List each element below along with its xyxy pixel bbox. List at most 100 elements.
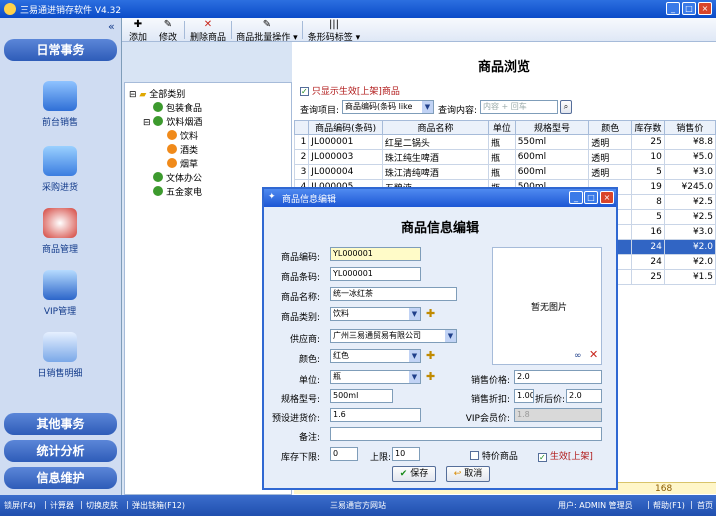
tree-node[interactable]: 饮料 bbox=[167, 129, 198, 142]
table-cell: ¥5.0 bbox=[663, 149, 716, 165]
maximize-button[interactable]: □ bbox=[682, 2, 696, 15]
only-active-checkbox[interactable]: ✓ 只显示生效[上架]商品 bbox=[300, 84, 400, 97]
dialog-close-button[interactable]: × bbox=[600, 191, 614, 204]
delete-image-icon[interactable]: ✕ bbox=[589, 348, 598, 361]
supplier-select[interactable]: 广州三易通贸易有限公司 ▼ bbox=[330, 329, 457, 343]
table-cell: 珠江纯生啤酒 bbox=[381, 149, 490, 165]
tree-root[interactable]: ⊟ ▰ 全部类别 bbox=[129, 87, 185, 100]
add-button[interactable]: ✚ 添加 bbox=[126, 19, 150, 43]
after-discount-field[interactable]: 2.0 bbox=[566, 389, 602, 403]
col-spec[interactable]: 规格型号 bbox=[514, 120, 590, 135]
discount-field[interactable]: 1.00 bbox=[514, 389, 534, 403]
spec-field[interactable]: 500ml bbox=[330, 389, 393, 403]
table-row[interactable]: 2 JL000003 珠江纯生啤酒瓶 600ml 透明 10 ¥5.0 bbox=[293, 149, 716, 165]
barcode-button[interactable]: ||| 条形码标签 ▾ bbox=[306, 19, 362, 43]
col-stock[interactable]: 库存数 bbox=[631, 120, 665, 135]
tree-node[interactable]: 五金家电 bbox=[153, 185, 202, 198]
add-unit-icon[interactable]: ✚ bbox=[426, 371, 436, 382]
node-icon bbox=[153, 186, 163, 196]
color-label: 颜色: bbox=[298, 355, 320, 365]
query-input[interactable]: 内容 + 回车 bbox=[480, 100, 558, 114]
table-cell: ¥1.5 bbox=[663, 269, 716, 285]
table-cell: JL000003 bbox=[308, 149, 383, 165]
nav-product-mgmt[interactable]: 商品管理 bbox=[20, 208, 100, 255]
table-row[interactable]: 1 JL000001 红星二锅头瓶 550ml 透明 25 ¥8.8 bbox=[293, 134, 716, 150]
note-field[interactable] bbox=[330, 427, 602, 441]
barcode-field[interactable]: YL000001 bbox=[330, 267, 421, 281]
node-icon bbox=[153, 172, 163, 182]
table-cell: ¥3.0 bbox=[663, 224, 716, 240]
col-unit[interactable]: 单位 bbox=[488, 120, 516, 135]
section-other[interactable]: 其他事务 bbox=[4, 413, 117, 435]
dialog-minimize-button[interactable]: _ bbox=[569, 191, 583, 204]
table-cell: 10 bbox=[631, 149, 665, 165]
col-name[interactable]: 商品名称 bbox=[381, 120, 490, 135]
tree-node[interactable]: 酒类 bbox=[167, 143, 198, 156]
minimize-button[interactable]: _ bbox=[666, 2, 680, 15]
col-color[interactable]: 颜色 bbox=[588, 120, 633, 135]
table-cell: 25 bbox=[631, 134, 665, 150]
sale-price-field[interactable]: 2.0 bbox=[514, 370, 602, 384]
binoculars-icon[interactable]: ∞ bbox=[574, 351, 582, 361]
calculator-button[interactable]: 计算器 bbox=[50, 500, 74, 511]
active-checkbox[interactable]: ✓ 生效[上架] bbox=[538, 449, 593, 462]
tree-node[interactable]: 文体办公 bbox=[153, 171, 202, 184]
add-color-icon[interactable]: ✚ bbox=[426, 350, 436, 361]
save-button[interactable]: ✔ 保存 bbox=[392, 466, 436, 482]
nav-front-sales[interactable]: 前台销售 bbox=[20, 81, 100, 128]
name-field[interactable]: 统一冰红茶 bbox=[330, 287, 457, 301]
dialog-title-bar: ✦ 商品信息编辑 _ □ × bbox=[264, 189, 616, 207]
unit-select[interactable]: 瓶 ▼ bbox=[330, 370, 421, 384]
nav-daily-detail[interactable]: 日销售明细 bbox=[20, 332, 100, 379]
batch-button[interactable]: ✎ 商品批量操作 ▾ bbox=[235, 19, 299, 43]
section-stats[interactable]: 统计分析 bbox=[4, 440, 117, 462]
table-cell: 600ml bbox=[514, 149, 590, 165]
search-button[interactable]: ⌕ bbox=[560, 100, 572, 114]
category-select[interactable]: 饮料 ▼ bbox=[330, 307, 421, 321]
table-cell: 瓶 bbox=[488, 149, 516, 165]
tree-node[interactable]: 烟草 bbox=[167, 157, 198, 170]
magnifier-icon bbox=[43, 208, 77, 238]
table-cell: ¥245.0 bbox=[663, 179, 716, 195]
vip-price-field[interactable]: 1.8 bbox=[514, 408, 602, 422]
code-field[interactable]: YL000001 bbox=[330, 247, 421, 261]
close-button[interactable]: × bbox=[698, 2, 712, 15]
edit-button[interactable]: ✎ 修改 bbox=[156, 19, 180, 43]
drawer-button[interactable]: 弹出钱箱(F12) bbox=[132, 500, 185, 511]
query-label: 查询项目: bbox=[300, 106, 340, 116]
table-cell: 瓶 bbox=[488, 134, 516, 150]
tree-node[interactable]: 包装食品 bbox=[153, 101, 202, 114]
image-preview-box[interactable]: 暂无图片 ∞ ✕ bbox=[492, 247, 602, 365]
dialog-maximize-button[interactable]: □ bbox=[584, 191, 598, 204]
section-info[interactable]: 信息维护 bbox=[4, 467, 117, 489]
skin-button[interactable]: 切换皮肤 bbox=[86, 500, 118, 511]
status-divider: | bbox=[126, 500, 129, 509]
table-row[interactable]: 3 JL000004 珠江清纯啤酒瓶 600ml 透明 5 ¥3.0 bbox=[293, 164, 716, 180]
lock-button[interactable]: 锁屏(F4) bbox=[4, 500, 36, 511]
help-button[interactable]: 帮助(F1) bbox=[653, 500, 685, 511]
special-checkbox[interactable]: 特价商品 bbox=[470, 449, 518, 462]
supplier-label: 供应商: bbox=[289, 335, 320, 345]
col-code[interactable]: 商品编码(条码) bbox=[308, 120, 383, 135]
tree-node[interactable]: ⊟ 饮料烟酒 bbox=[143, 115, 202, 128]
chevron-down-icon: ▼ bbox=[409, 350, 420, 362]
color-select[interactable]: 红色 ▼ bbox=[330, 349, 421, 363]
table-cell: 透明 bbox=[588, 164, 633, 180]
section-daily[interactable]: 日常事务 bbox=[4, 39, 117, 61]
collapse-sidebar-button[interactable]: « bbox=[108, 20, 115, 33]
cost-field[interactable]: 1.6 bbox=[330, 408, 421, 422]
cancel-button[interactable]: ↩ 取消 bbox=[446, 466, 490, 482]
home-button[interactable]: 首页 bbox=[697, 500, 713, 511]
col-price[interactable]: 销售价 bbox=[663, 120, 716, 135]
nav-vip[interactable]: VIP管理 bbox=[20, 270, 100, 317]
stock-max-field[interactable]: 10 bbox=[392, 447, 420, 461]
chevron-down-icon: ▼ bbox=[422, 101, 433, 113]
table-cell: 2 bbox=[293, 149, 310, 165]
add-category-icon[interactable]: ✚ bbox=[426, 308, 436, 319]
delete-button[interactable]: ✕ 删除商品 bbox=[188, 19, 228, 43]
nav-purchase[interactable]: 采购进货 bbox=[20, 146, 100, 193]
query-field-select[interactable]: 商品编码(条码 like ▼ bbox=[342, 100, 434, 114]
node-icon bbox=[153, 102, 163, 112]
stock-min-field[interactable]: 0 bbox=[330, 447, 358, 461]
website-link[interactable]: 三易通官方网站 bbox=[330, 500, 386, 511]
